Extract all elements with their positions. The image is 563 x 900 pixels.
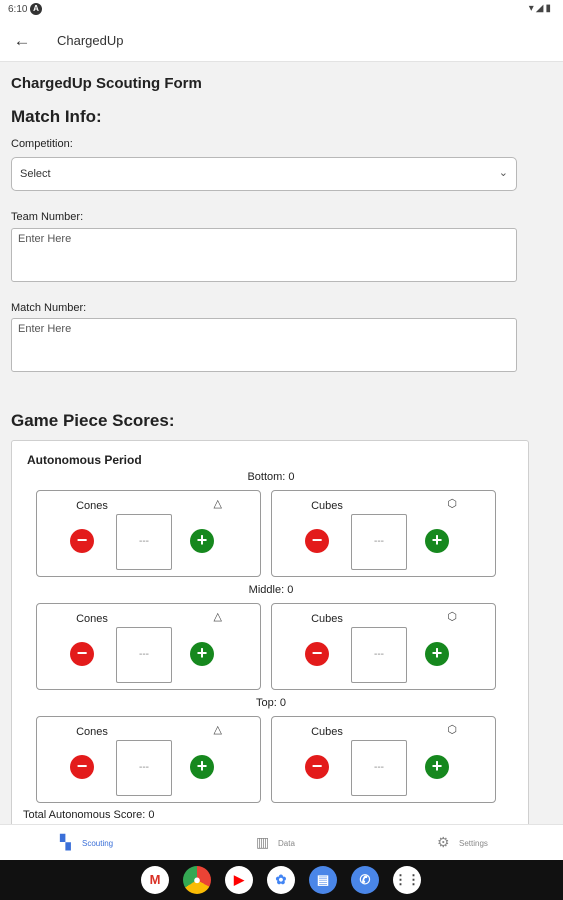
cubes-label: Cubes (311, 613, 343, 625)
app-bar: ← ChargedUp (0, 20, 563, 62)
middle-cubes-card: Cubes ⬡ − --- + (271, 603, 496, 690)
cube-icon: ⬡ (447, 611, 457, 623)
top-cubes-increment-button[interactable]: + (425, 755, 449, 779)
scroll-content[interactable]: ChargedUp Scouting Form Match Info: Comp… (0, 62, 563, 824)
gear-icon: ⚙ (437, 834, 450, 850)
match-info-heading: Match Info: (11, 107, 102, 126)
cubes-label: Cubes (311, 726, 343, 738)
form-title: ChargedUp Scouting Form (11, 75, 202, 92)
middle-cubes-decrement-button[interactable]: − (305, 642, 329, 666)
back-arrow-icon[interactable]: ← (10, 29, 34, 53)
top-cones-decrement-button[interactable]: − (70, 755, 94, 779)
cone-icon: △ (213, 724, 222, 736)
middle-cones-card: Cones △ − --- + (36, 603, 261, 690)
status-time: 6:10 (8, 4, 28, 15)
competition-label: Competition: (11, 138, 73, 150)
top-cubes-decrement-button[interactable]: − (305, 755, 329, 779)
match-number-label: Match Number: (11, 302, 87, 314)
photos-icon[interactable]: ✿ (267, 866, 295, 894)
team-number-label: Team Number: (11, 211, 84, 223)
competition-select[interactable]: Select ⌄ (11, 157, 517, 191)
cube-icon: ⬡ (447, 498, 457, 510)
cone-icon: △ (213, 611, 222, 623)
notification-icon: A (30, 3, 42, 15)
top-cones-increment-button[interactable]: + (190, 755, 214, 779)
messages-icon[interactable]: ▤ (309, 866, 337, 894)
nav-settings-label: Settings (459, 839, 488, 848)
status-bar: 6:10 A ▾◢▮ (0, 0, 563, 20)
top-cones-card: Cones △ − --- + (36, 716, 261, 803)
top-cones-counter[interactable]: --- (116, 740, 172, 796)
bottom-cubes-card: Cubes ⬡ − --- + (271, 490, 496, 577)
team-number-input[interactable]: Enter Here (11, 228, 517, 282)
nav-data-label: Data (278, 839, 295, 848)
middle-level-label: Middle: 0 (248, 584, 294, 596)
nav-scouting-label: Scouting (82, 839, 114, 848)
total-autonomous-score: Total Autonomous Score: 0 (23, 809, 155, 821)
game-piece-scores-heading: Game Piece Scores: (11, 411, 175, 430)
counter-value: --- (374, 649, 384, 660)
top-cubes-card: Cubes ⬡ − --- + (271, 716, 496, 803)
counter-value: --- (374, 762, 384, 773)
autonomous-period-panel: Autonomous Period Bottom: 0 Cones △ − --… (11, 440, 529, 824)
middle-cones-decrement-button[interactable]: − (70, 642, 94, 666)
team-number-placeholder: Enter Here (18, 233, 72, 245)
middle-cubes-increment-button[interactable]: + (425, 642, 449, 666)
phone-icon[interactable]: ✆ (351, 866, 379, 894)
counter-value: --- (139, 762, 149, 773)
android-dock: M ● ▶ ✿ ▤ ✆ ⋮⋮ (0, 860, 563, 900)
middle-cones-increment-button[interactable]: + (190, 642, 214, 666)
middle-cones-counter[interactable]: --- (116, 627, 172, 683)
bottom-cones-decrement-button[interactable]: − (70, 529, 94, 553)
top-cubes-counter[interactable]: --- (351, 740, 407, 796)
counter-value: --- (374, 536, 384, 547)
bottom-cones-counter[interactable]: --- (116, 514, 172, 570)
middle-cubes-counter[interactable]: --- (351, 627, 407, 683)
bottom-cones-card: Cones △ − --- + (36, 490, 261, 577)
bottom-cubes-counter[interactable]: --- (351, 514, 407, 570)
gmail-icon[interactable]: M (141, 866, 169, 894)
cone-icon: △ (213, 498, 222, 510)
system-status-icons: ▾◢▮ (528, 3, 553, 14)
top-level-label: Top: 0 (256, 697, 286, 709)
autonomous-period-title: Autonomous Period (27, 453, 142, 467)
match-number-input[interactable]: Enter Here (11, 318, 517, 372)
chevron-down-icon: ⌄ (498, 167, 508, 179)
match-number-placeholder: Enter Here (18, 323, 72, 335)
youtube-icon[interactable]: ▶ (225, 866, 253, 894)
scouting-icon: ▚ (60, 834, 71, 850)
cubes-label: Cubes (311, 500, 343, 512)
bottom-cones-increment-button[interactable]: + (190, 529, 214, 553)
cones-label: Cones (76, 613, 108, 625)
counter-value: --- (139, 536, 149, 547)
competition-select-value: Select (20, 168, 51, 180)
cube-icon: ⬡ (447, 724, 457, 736)
app-title: ChargedUp (57, 33, 124, 48)
cones-label: Cones (76, 500, 108, 512)
cones-label: Cones (76, 726, 108, 738)
bottom-level-label: Bottom: 0 (247, 471, 295, 483)
bottom-cubes-decrement-button[interactable]: − (305, 529, 329, 553)
counter-value: --- (139, 649, 149, 660)
bar-chart-icon: ▥ (256, 834, 270, 850)
bottom-navigation: ▚ Scouting ▥ Data ⚙ Settings (0, 824, 563, 860)
bottom-cubes-increment-button[interactable]: + (425, 529, 449, 553)
app-drawer-icon[interactable]: ⋮⋮ (393, 866, 421, 894)
chrome-icon[interactable]: ● (183, 866, 211, 894)
